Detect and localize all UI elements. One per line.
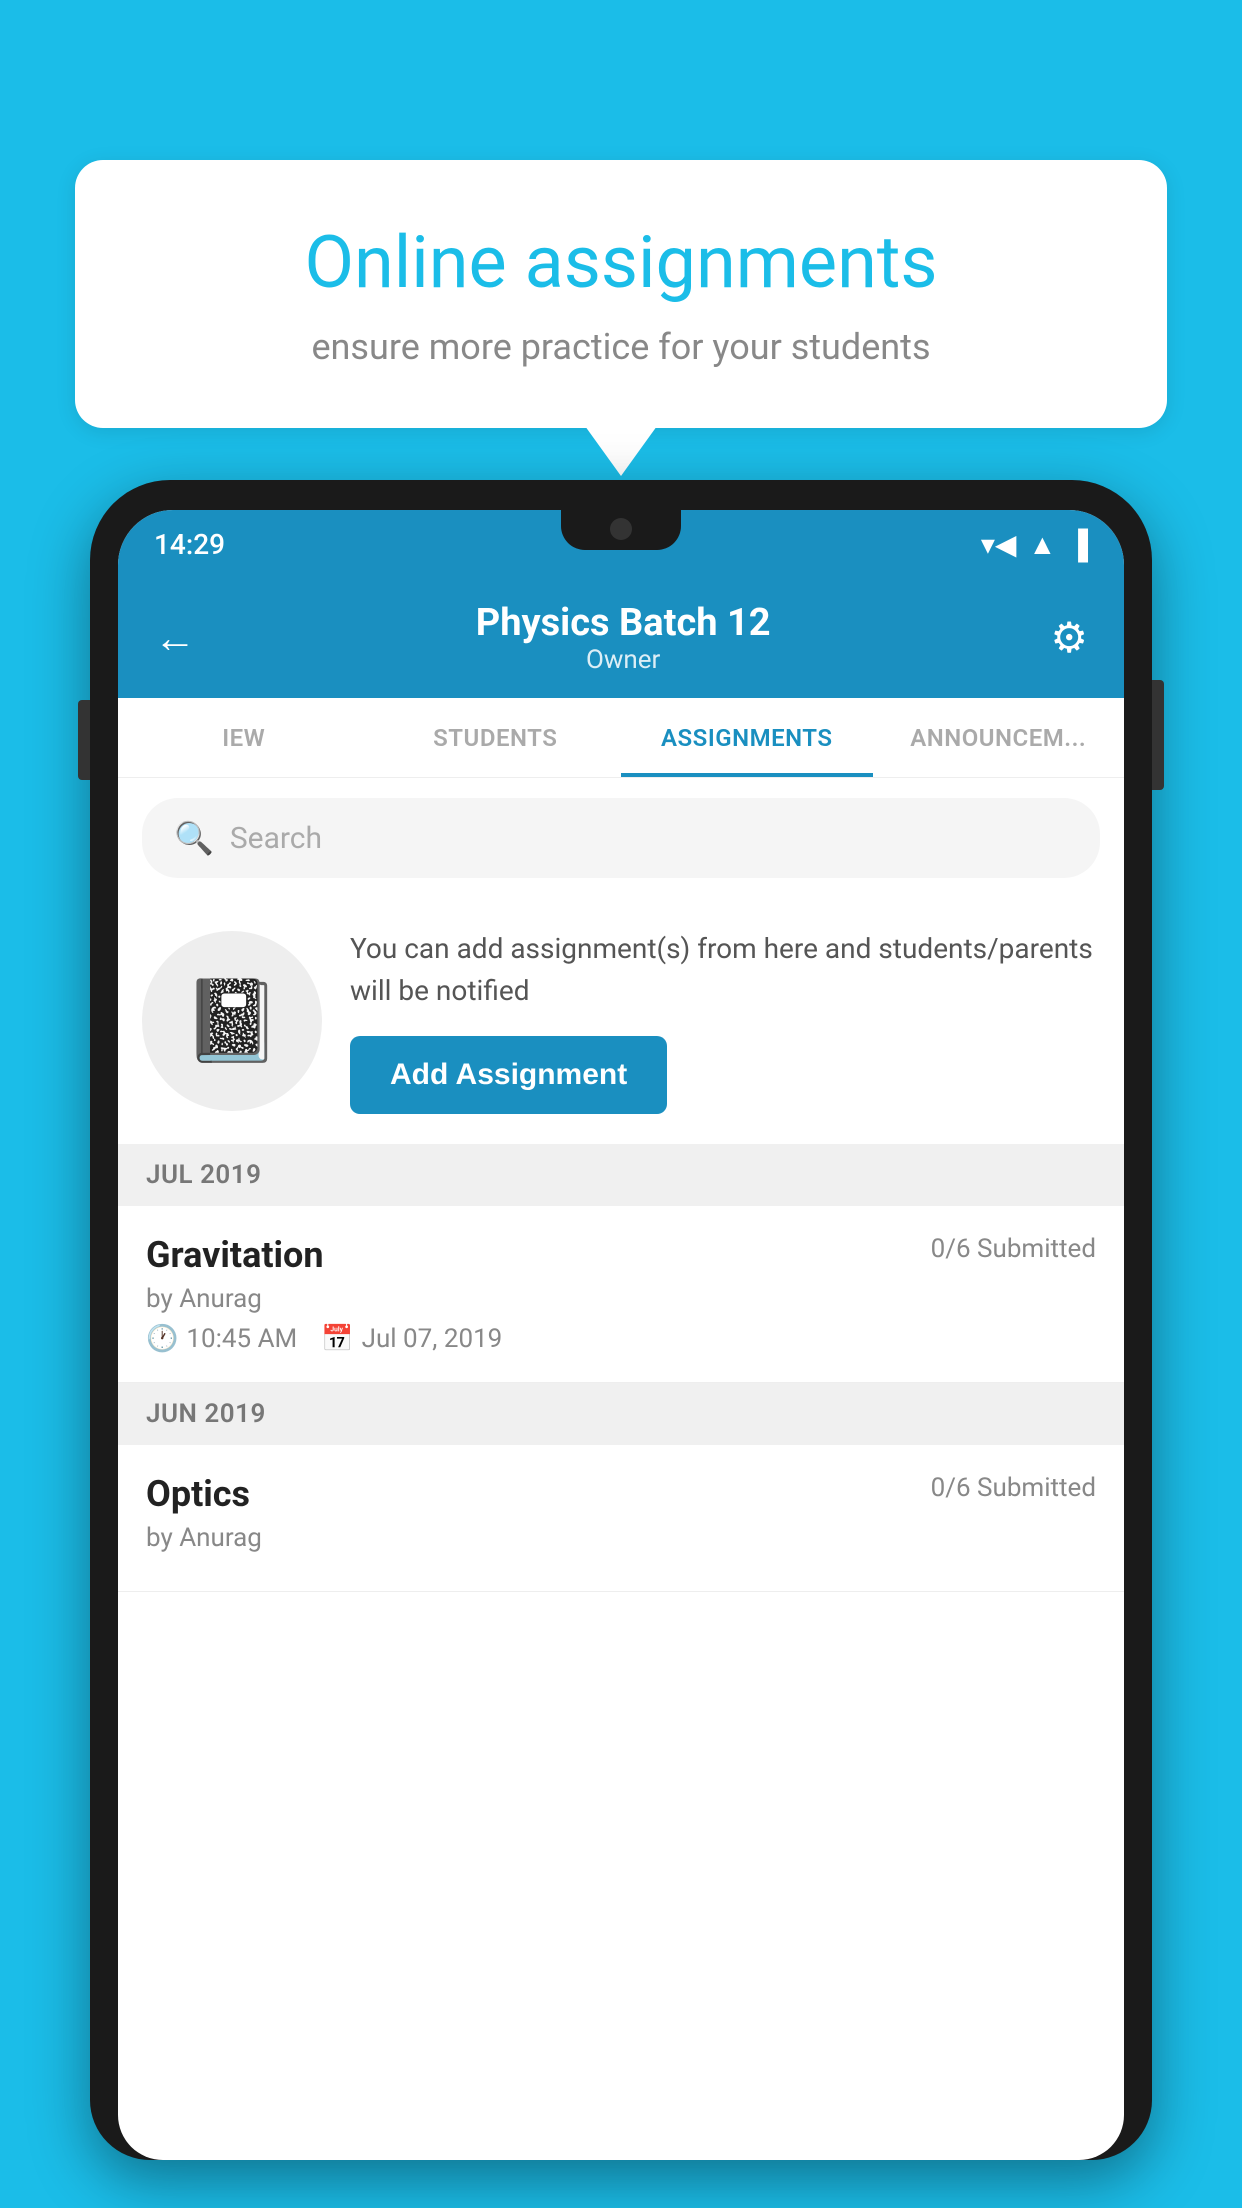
info-card: 📓 You can add assignment(s) from here an… [118,898,1124,1144]
add-assignment-button[interactable]: Add Assignment [350,1036,667,1114]
header-title-block: Physics Batch 12 Owner [476,601,771,675]
assignment-meta-gravitation: 🕐 10:45 AM 📅 Jul 07, 2019 [146,1324,1096,1354]
phone-screen: 14:29 ▾◀ ▲ ▐ ← Physics Batch 12 Owner ⚙ [118,510,1124,2160]
tab-students[interactable]: STUDENTS [370,698,622,777]
bubble-title: Online assignments [145,220,1097,306]
header-title: Physics Batch 12 [476,601,771,645]
back-button[interactable]: ← [154,614,196,663]
app-header: ← Physics Batch 12 Owner ⚙ [118,578,1124,698]
meta-date: 📅 Jul 07, 2019 [321,1324,502,1354]
assignment-date: Jul 07, 2019 [362,1324,503,1354]
assignment-optics[interactable]: Optics 0/6 Submitted by Anurag [118,1445,1124,1592]
phone-mockup: 14:29 ▾◀ ▲ ▐ ← Physics Batch 12 Owner ⚙ [90,480,1152,2208]
tab-assignments[interactable]: ASSIGNMENTS [621,698,873,777]
assignment-gravitation[interactable]: Gravitation 0/6 Submitted by Anurag 🕐 10… [118,1206,1124,1383]
settings-icon[interactable]: ⚙ [1050,613,1088,663]
assignment-title-gravitation: Gravitation [146,1234,324,1276]
section-jun2019: JUN 2019 [118,1383,1124,1445]
search-box[interactable]: 🔍 Search [142,798,1100,878]
signal-icon: ▲ [1028,528,1056,561]
tab-announcements[interactable]: ANNOUNCEM... [873,698,1125,777]
search-container: 🔍 Search [118,778,1124,898]
assignment-author-gravitation: by Anurag [146,1284,1096,1314]
assignment-time: 10:45 AM [186,1324,297,1354]
info-content: You can add assignment(s) from here and … [350,928,1100,1114]
assignment-status-gravitation: 0/6 Submitted [931,1234,1096,1264]
search-icon: 🔍 [174,819,214,857]
info-text: You can add assignment(s) from here and … [350,928,1100,1012]
meta-time: 🕐 10:45 AM [146,1324,297,1354]
promo-bubble: Online assignments ensure more practice … [75,160,1167,428]
assignment-title-optics: Optics [146,1473,250,1515]
tabs-bar: IEW STUDENTS ASSIGNMENTS ANNOUNCEM... [118,698,1124,778]
phone-camera [610,518,632,540]
section-jul2019: JUL 2019 [118,1144,1124,1206]
status-icons: ▾◀ ▲ ▐ [981,528,1088,561]
assignment-top-optics: Optics 0/6 Submitted [146,1473,1096,1515]
assignment-author-optics: by Anurag [146,1523,1096,1553]
assignment-icon-circle: 📓 [142,931,322,1111]
calendar-icon: 📅 [321,1324,353,1354]
clock-icon: 🕐 [146,1324,178,1354]
status-time: 14:29 [154,528,225,561]
phone-button-right [1152,680,1164,790]
notebook-icon: 📓 [182,974,282,1068]
speech-bubble: Online assignments ensure more practice … [75,160,1167,428]
wifi-icon: ▾◀ [981,528,1017,561]
assignment-status-optics: 0/6 Submitted [931,1473,1096,1503]
assignment-top: Gravitation 0/6 Submitted [146,1234,1096,1276]
tab-iew[interactable]: IEW [118,698,370,777]
phone-button-left [78,700,90,780]
bubble-subtitle: ensure more practice for your students [145,326,1097,368]
search-placeholder: Search [230,821,322,856]
header-subtitle: Owner [476,645,771,675]
battery-icon: ▐ [1068,528,1088,561]
